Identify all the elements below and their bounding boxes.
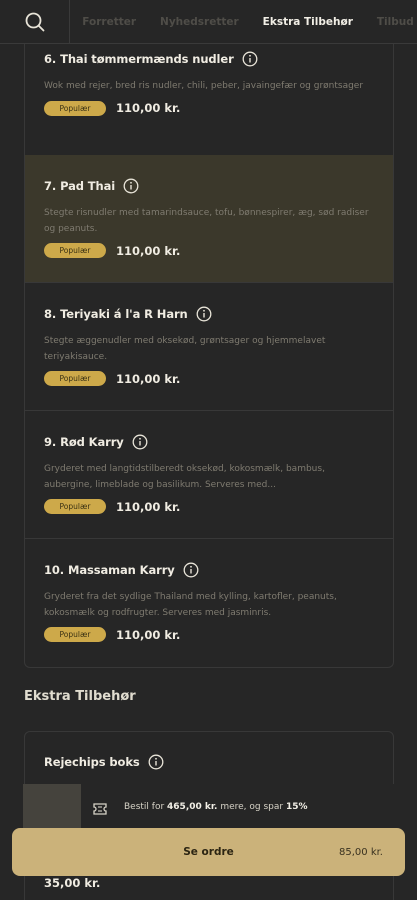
item-description: Gryderet fra det sydlige Thailand med ky… [44,592,337,618]
search-button[interactable] [0,0,71,44]
menu-item-10[interactable]: 10. Massaman Karry Gryderet fra det sydl… [25,539,393,667]
ticket-icon [92,801,108,820]
item-title: 6. Thai tømmermænds nudler [44,52,234,66]
tab-tilbud[interactable]: Tilbud [377,16,414,28]
tab-forretter[interactable]: Forretter [82,16,136,28]
menu-item-6[interactable]: 6. Thai tømmermænds nudler Wok med rejer… [25,44,393,172]
info-icon[interactable] [242,51,258,67]
item-description: Gryderet med langtidstilberedt oksekød, … [44,464,325,490]
popular-badge: Populær [44,371,106,386]
item-description: Wok med rejer, bred ris nudler, chili, p… [44,81,364,91]
tab-nyhedsretter[interactable]: Nyhedsretter [160,16,239,28]
item-price: 110,00 kr. [116,101,181,115]
section-title-extras: Ekstra Tilbehør [24,689,136,704]
menu-item-9[interactable]: 9. Rød Karry Gryderet med langtidstilber… [25,411,393,539]
item-price: 110,00 kr. [116,243,181,258]
popular-badge: Populær [44,499,106,514]
popular-badge: Populær [44,100,106,116]
category-tabs: Forretter Nyhedsretter Ekstra Tilbehør T… [70,0,417,44]
info-icon[interactable] [123,178,139,194]
menu-item-list: 6. Thai tømmermænds nudler Wok med rejer… [24,44,394,668]
item-price: 110,00 kr. [116,627,181,642]
item-title: 7. Pad Thai [44,179,116,193]
popular-badge: Populær [44,627,106,642]
item-price: 110,00 kr. [116,499,181,514]
popular-badge: Populær [44,243,106,258]
order-total: 85,00 kr. [339,846,383,858]
info-icon[interactable] [196,306,212,322]
info-icon[interactable] [148,754,164,770]
item-title: 8. Teriyaki á l'a R Harn [44,307,188,321]
info-icon[interactable] [132,434,148,450]
item-title: 10. Massaman Karry [44,563,175,577]
item-price: 110,00 kr. [116,371,181,386]
promo-text: Bestil for 465,00 kr. mere, og spar 15% [124,802,308,812]
item-thumbnail [23,784,81,830]
top-navigation-bar: Forretter Nyhedsretter Ekstra Tilbehør T… [0,0,417,44]
extras-item-price: 35,00 kr. [44,876,101,890]
item-title: Rejechips boks [44,755,140,769]
info-icon[interactable] [183,562,199,578]
menu-item-8[interactable]: 8. Teriyaki á l'a R Harn Stegte æggenudl… [25,283,393,411]
item-title: 9. Rød Karry [44,435,124,449]
tab-ekstra-tilbehor[interactable]: Ekstra Tilbehør [263,16,353,28]
search-icon [25,12,45,31]
item-description: Stegte æggenudler med oksekød, grøntsage… [44,336,326,362]
menu-item-7[interactable]: 7. Pad Thai Stegte risnudler med tamarin… [25,155,393,283]
discount-promo-bar: Bestil for 465,00 kr. mere, og spar 15% [0,784,417,830]
view-order-button[interactable]: Se ordre 85,00 kr. [12,828,405,876]
item-description: Stegte risnudler med tamarindsauce, tofu… [44,208,369,234]
